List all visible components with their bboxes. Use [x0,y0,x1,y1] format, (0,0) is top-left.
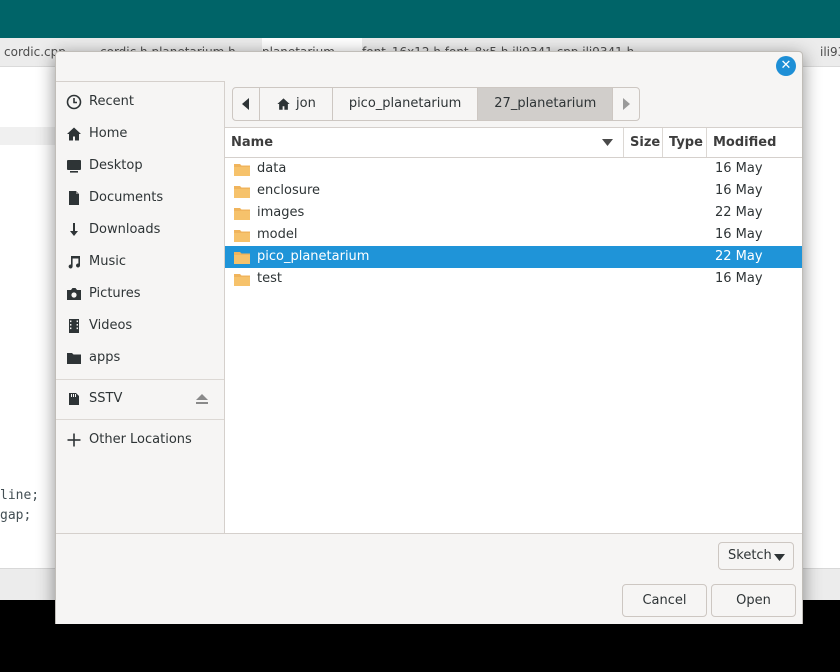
path-crumb-label: 27_planetarium [494,96,597,111]
sidebar-item-downloads[interactable]: Downloads [56,214,224,246]
path-forward-button[interactable] [613,88,639,120]
home-icon [277,98,290,110]
file-row[interactable]: enclosure 16 May [225,180,802,202]
sidebar-item-label: Desktop [89,158,143,173]
file-filter-value: Sketch [728,548,772,563]
open-button[interactable]: Open [711,584,796,617]
column-label: Name [231,135,274,150]
file-name: model [257,227,298,242]
path-crumb-label: pico_planetarium [348,96,462,111]
sidebar-item-label: Home [89,126,128,141]
sidebar-item-other-locations[interactable]: Other Locations [56,424,224,456]
path-crumb-27-planetarium[interactable]: 27_planetarium [478,88,614,120]
sidebar-item-apps[interactable]: apps [56,342,224,374]
file-modified: 22 May [715,249,763,264]
column-type[interactable]: Type [663,128,707,157]
file-chooser-dialog: ✕ Recent Home Desktop Documents Download… [55,51,803,624]
folder-icon [234,252,250,264]
column-size[interactable]: Size [624,128,663,157]
sidebar-item-home[interactable]: Home [56,118,224,150]
path-crumb-pico-planetarium[interactable]: pico_planetarium [333,88,479,120]
sort-down-icon [602,139,613,146]
file-name: images [257,205,305,220]
ide-toolbar [0,0,840,38]
file-name: test [257,271,282,286]
chevron-left-icon [242,98,249,110]
ide-tab-overflow[interactable]: ili93 [820,38,840,66]
download-icon [70,223,78,236]
drive-icon [69,393,79,405]
file-modified: 16 May [715,183,763,198]
sidebar-item-label: apps [89,350,121,365]
folder-icon [234,186,250,198]
ide-code-line: line; [0,488,40,503]
sidebar-item-label: Other Locations [89,432,192,447]
file-name: enclosure [257,183,321,198]
sidebar-item-label: Pictures [89,286,141,301]
sidebar-item-label: Recent [89,94,134,109]
file-list-header: Name Size Type Modified [225,128,802,158]
column-modified[interactable]: Modified [707,128,802,157]
file-list[interactable]: Name Size Type Modified data 16 May encl… [225,127,802,534]
music-icon [68,256,80,269]
ide-line-highlight [0,127,56,145]
sidebar-item-music[interactable]: Music [56,246,224,278]
film-icon [69,319,79,333]
ide-code-line: gap; [0,508,32,523]
file-row[interactable]: model 16 May [225,224,802,246]
plus-icon [67,433,81,447]
path-crumb-label: jon [296,96,316,111]
eject-icon[interactable] [195,392,209,406]
clock-icon [66,94,82,110]
file-row[interactable]: test 16 May [225,268,802,290]
sidebar-item-videos[interactable]: Videos [56,310,224,342]
file-modified: 22 May [715,205,763,220]
file-name: data [257,161,287,176]
file-modified: 16 May [715,227,763,242]
places-sidebar: Recent Home Desktop Documents Downloads … [56,81,225,534]
path-back-button[interactable] [233,88,260,120]
path-bar: jon pico_planetarium 27_planetarium [232,87,641,121]
sidebar-item-label: Music [89,254,126,269]
sidebar-item-recent[interactable]: Recent [56,86,224,118]
sidebar-item-label: SSTV [89,391,123,406]
close-icon: ✕ [780,58,792,73]
folder-icon [234,230,250,242]
folder-icon [234,208,250,220]
sidebar-item-documents[interactable]: Documents [56,182,224,214]
document-icon [69,191,79,205]
sidebar-item-label: Documents [89,190,164,205]
file-filter-dropdown[interactable]: Sketch [718,542,794,570]
file-name: pico_planetarium [257,249,370,264]
file-row-selected[interactable]: pico_planetarium 22 May [225,246,802,268]
file-modified: 16 May [715,271,763,286]
home-icon [67,127,81,141]
chevron-down-icon [774,554,785,561]
file-modified: 16 May [715,161,763,176]
file-row[interactable]: data 16 May [225,158,802,180]
chevron-right-icon [623,98,631,110]
sidebar-item-label: Videos [89,318,133,333]
folder-icon [234,164,250,176]
folder-icon [234,274,250,286]
sidebar-item-pictures[interactable]: Pictures [56,278,224,310]
folder-icon [67,353,81,364]
camera-icon [67,288,81,300]
dialog-footer: Sketch Cancel Open [56,533,802,624]
file-row[interactable]: images 22 May [225,202,802,224]
sidebar-item-sstv[interactable]: SSTV [56,383,224,415]
sidebar-separator [56,379,224,380]
column-name[interactable]: Name [225,128,624,157]
sidebar-separator [56,419,224,420]
desktop-icon [67,160,81,173]
cancel-button[interactable]: Cancel [622,584,707,617]
close-button[interactable]: ✕ [776,56,796,76]
sidebar-item-desktop[interactable]: Desktop [56,150,224,182]
sidebar-item-label: Downloads [89,222,161,237]
path-crumb-jon[interactable]: jon [260,88,333,120]
